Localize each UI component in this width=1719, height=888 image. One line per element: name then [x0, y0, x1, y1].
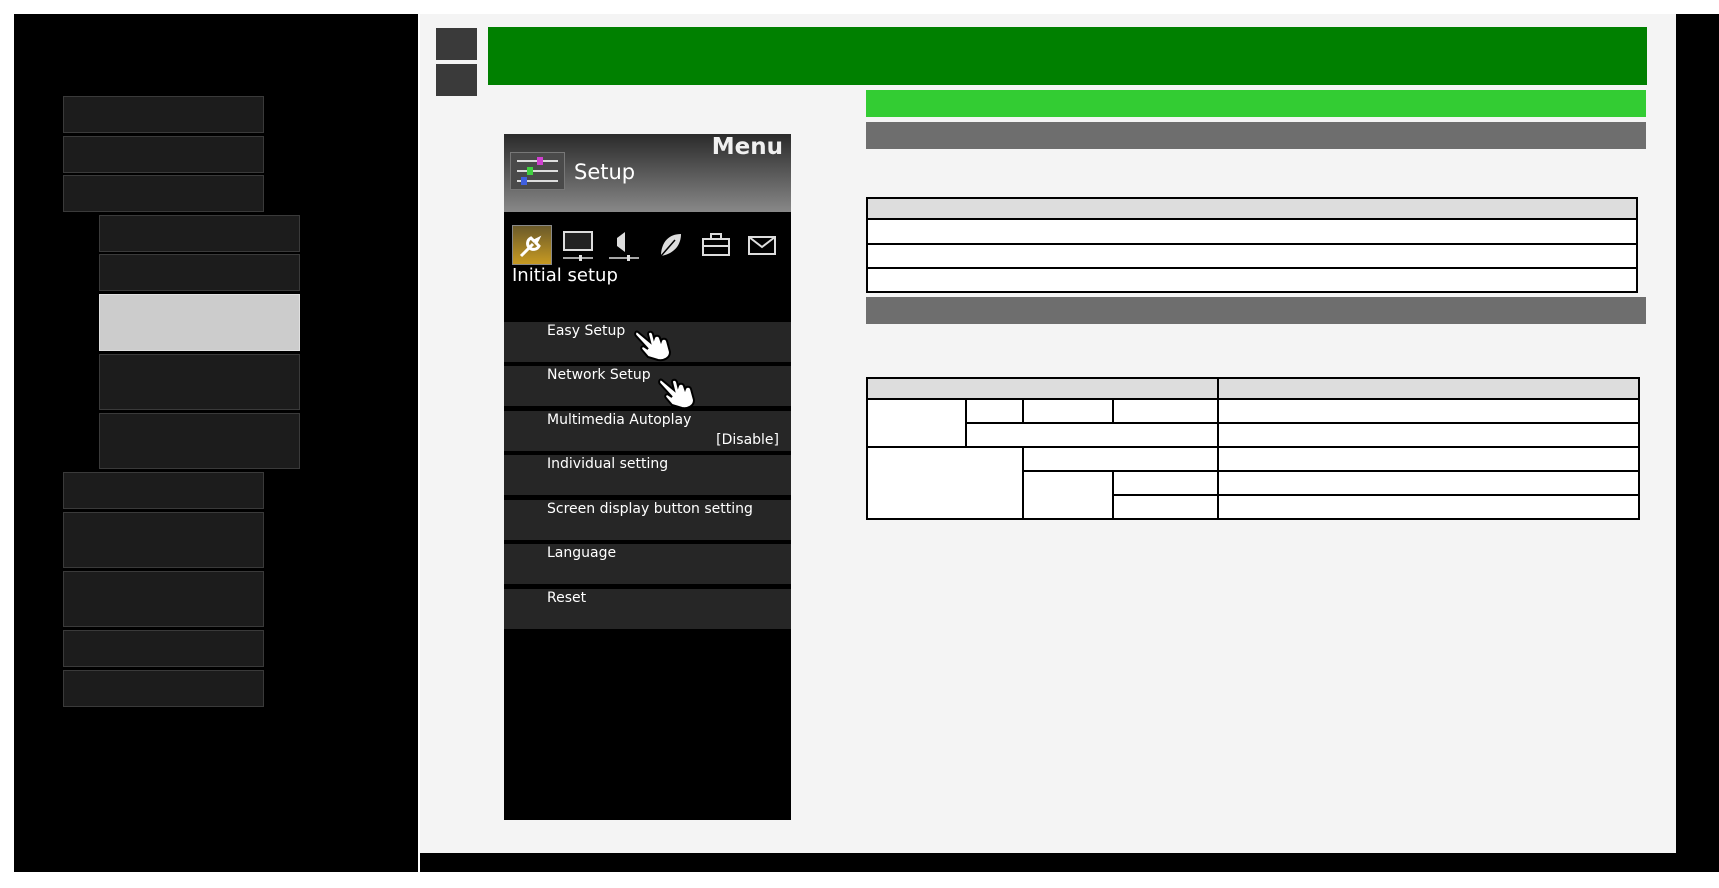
tv-menu-header: Menu Setup — [504, 134, 791, 212]
menu-item-language[interactable]: Language — [504, 544, 791, 586]
table-cell — [1112, 470, 1219, 496]
page: Menu Setup Initial setup Easy Setup Netw… — [0, 0, 1719, 888]
bottom-margin — [0, 872, 1719, 888]
menu-item-network-setup[interactable]: Network Setup — [504, 366, 791, 408]
nav-item[interactable] — [63, 175, 264, 212]
info-table-1 — [866, 197, 1638, 293]
wrench-icon[interactable] — [512, 225, 552, 265]
nav-subitem[interactable] — [99, 254, 300, 291]
menu-item-reset[interactable]: Reset — [504, 589, 791, 631]
menu-item-label: Reset — [547, 590, 587, 606]
nav-item[interactable] — [63, 472, 264, 509]
nav-subitem[interactable] — [99, 354, 300, 410]
table-cell — [1022, 470, 1114, 520]
table-cell — [1112, 398, 1219, 424]
table-cell — [866, 267, 1638, 293]
section-bar-2 — [866, 297, 1646, 324]
menu-item-label: Screen display button setting — [547, 501, 753, 517]
table-cell — [866, 398, 967, 448]
table-header-cell — [866, 197, 1638, 220]
table-cell — [1217, 446, 1640, 472]
menu-item-label: Easy Setup — [547, 323, 626, 339]
display-icon[interactable] — [558, 225, 598, 265]
nav-item[interactable] — [63, 512, 264, 568]
table-cell — [965, 398, 1024, 424]
menu-title: Menu — [711, 134, 783, 160]
speaker-icon[interactable] — [604, 225, 644, 265]
mail-icon[interactable] — [742, 225, 782, 265]
nav-item[interactable] — [63, 670, 264, 707]
setup-sliders-icon — [510, 152, 565, 190]
table-cell — [965, 422, 1219, 448]
page-header-bar — [488, 27, 1647, 85]
pointing-hand-icon — [658, 372, 700, 410]
menu-item-label: Network Setup — [547, 367, 651, 383]
menu-item-screen-display-button-setting[interactable]: Screen display button setting — [504, 500, 791, 542]
nav-square-button-top[interactable] — [436, 28, 477, 60]
table-cell — [866, 243, 1638, 269]
initial-setup-label: Initial setup — [512, 265, 618, 286]
nav-subitem-selected[interactable] — [99, 294, 300, 351]
table-cell — [1217, 494, 1640, 520]
table-cell — [1112, 494, 1219, 520]
menu-item-value: [Disable] — [716, 432, 779, 448]
info-table-2 — [866, 377, 1640, 520]
bottom-border — [420, 853, 1676, 872]
table-cell — [1217, 422, 1640, 448]
table-header-cell — [866, 377, 1219, 400]
menu-item-multimedia-autoplay[interactable]: Multimedia Autoplay [Disable] — [504, 411, 791, 453]
toolbox-icon[interactable] — [696, 225, 736, 265]
table-cell — [1022, 446, 1219, 472]
menu-item-individual-setting[interactable]: Individual setting — [504, 455, 791, 497]
table-cell — [866, 446, 1024, 520]
menu-item-label: Individual setting — [547, 456, 669, 472]
section-bar-1 — [866, 122, 1646, 149]
leaf-icon[interactable] — [650, 225, 690, 265]
nav-subitem[interactable] — [99, 215, 300, 252]
nav-subitem[interactable] — [99, 413, 300, 469]
table-cell — [866, 218, 1638, 245]
nav-item[interactable] — [63, 136, 264, 173]
table-cell — [1217, 398, 1640, 424]
left-nav-panel — [14, 14, 418, 872]
nav-square-button-bottom[interactable] — [436, 64, 477, 96]
sub-header-bar — [866, 90, 1646, 117]
right-border — [1676, 14, 1719, 872]
nav-item[interactable] — [63, 630, 264, 667]
nav-item[interactable] — [63, 96, 264, 133]
menu-item-label: Language — [547, 545, 617, 561]
setup-label: Setup — [574, 160, 636, 184]
table-cell — [1022, 398, 1114, 424]
menu-item-label: Multimedia Autoplay — [547, 412, 692, 428]
pointing-hand-icon — [634, 324, 676, 362]
table-header-cell — [1217, 377, 1640, 400]
nav-item[interactable] — [63, 571, 264, 627]
tv-setup-menu: Menu Setup Initial setup Easy Setup Netw… — [504, 134, 791, 820]
table-cell — [1217, 470, 1640, 496]
